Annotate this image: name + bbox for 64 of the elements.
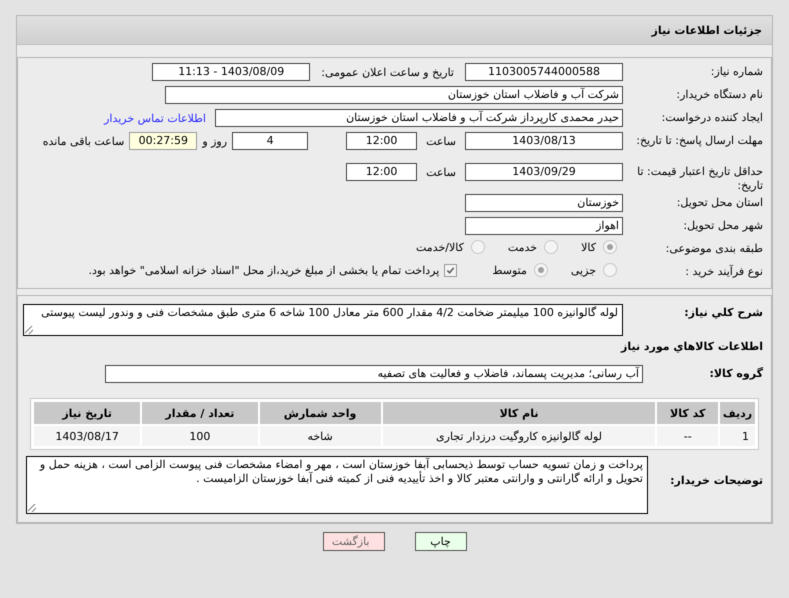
resize-grip-icon <box>28 504 36 512</box>
radio-button[interactable] <box>534 263 548 277</box>
input-field[interactable]: 1403/08/13 <box>465 132 623 150</box>
remaining-label: ساعت باقی مانده <box>42 134 124 148</box>
input-field[interactable]: 1403/08/09 - 11:13 <box>152 63 310 81</box>
radio-label: کالا <box>581 240 596 254</box>
table-cell: لوله گالوانیزه کاروگیت درزدار تجاری <box>382 426 656 446</box>
field-label: شرح کلي نیاز: <box>683 305 764 320</box>
input-field[interactable]: 12:00 <box>346 163 418 181</box>
table-cell: 1403/08/17 <box>34 426 140 446</box>
time-label: ساعت <box>426 134 456 148</box>
contact-link[interactable]: اطلاعات تماس خریدار <box>104 112 206 124</box>
field-label: مهلت ارسال پاسخ: تا تاریخ: <box>635 133 764 148</box>
input-field[interactable]: اهواز <box>465 217 623 235</box>
days-label: روز و <box>202 134 228 148</box>
notes-field[interactable]: پرداخت و زمان تسویه حساب توسط ذیحسابی آبفا خوزستان است ، مهر و امضاء مشخصات فنی پیوست الزامی است ، هزینه حمل و تحویل و ارائه گارانتی و وارانتی معتبر کالا و اخذ تأییدیه فنی از کمیته فنی آبفا خوزستان الزامیست . <box>26 456 648 514</box>
field-label: شماره نیاز: <box>710 64 764 79</box>
input-field[interactable]: خوزستان <box>465 194 623 212</box>
field-label: نوع فرآیند خرید : <box>684 264 764 279</box>
print-button[interactable]: چاپ <box>414 532 466 551</box>
input-field[interactable]: 4 <box>232 132 308 150</box>
input-field[interactable]: حیدر محمدی کارپرداز شرکت آب و فاضلاب استان خوزستان <box>215 109 623 127</box>
payment-note: پرداخت تمام یا بخشی از مبلغ خرید،از محل "اسناد خزانه اسلامی" خواهد بود. <box>88 264 440 276</box>
radio-label: خدمت <box>508 240 538 254</box>
column-header: تعداد / مقدار <box>142 402 258 424</box>
field-label: ایجاد کننده درخواست: <box>660 110 764 125</box>
column-header: کد کالا <box>657 402 718 424</box>
column-header: ردیف <box>720 402 755 424</box>
section-heading: اطلاعات کالاهاي مورد نیاز <box>620 339 764 355</box>
field-label: گروه کالا: <box>708 366 764 381</box>
description-field[interactable]: لوله گالوانیزه 100 میلیمتر ضخامت 4/2 مقدار 600 متر معادل 100 شاخه 6 متری طبق مشخصات فنی و وندور لیست پیوستی <box>23 304 623 336</box>
input-field[interactable]: 1403/09/29 <box>465 163 623 181</box>
field-label: شهر محل تحویل: <box>682 218 764 233</box>
input-field[interactable]: آب رسانی؛ مدیریت پسماند، فاضلاب و فعالیت های تصفیه <box>105 365 643 383</box>
input-field[interactable]: 1103005744000588 <box>465 63 623 81</box>
radio-label: جزیی <box>570 264 596 276</box>
column-header: تاریخ نیاز <box>34 402 140 424</box>
radio-label: متوسط <box>492 264 527 276</box>
field-label: توضیحات خریدار: <box>669 473 764 488</box>
back-button[interactable]: بازگشت <box>322 532 384 551</box>
table-cell: 1 <box>720 426 755 446</box>
input-field[interactable]: شرکت آب و فاضلاب استان خوزستان <box>165 86 623 104</box>
field-label: حداقل تاریخ اعتبار قیمت: تا تاریخ: <box>636 164 764 193</box>
field-label: استان محل تحویل: <box>676 195 764 210</box>
column-header: واحد شمارش <box>260 402 381 424</box>
table-cell: -- <box>657 426 718 446</box>
resize-grip-icon <box>25 326 33 334</box>
radio-label: کالا/خدمت <box>416 240 464 254</box>
radio-button[interactable] <box>603 240 617 254</box>
radio-button[interactable] <box>603 263 617 277</box>
page-title: جزئیات اطلاعات نیاز <box>652 24 762 36</box>
checkbox[interactable] <box>444 264 458 276</box>
input-field[interactable]: 12:00 <box>346 132 418 150</box>
radio-button[interactable] <box>544 240 558 254</box>
table-cell: 100 <box>142 426 258 446</box>
countdown-field[interactable]: 00:27:59 <box>129 132 198 150</box>
field-label: طبقه بندی موضوعی: <box>664 241 764 256</box>
checkmark-icon <box>446 266 456 274</box>
field-label: نام دستگاه خریدار: <box>675 87 764 102</box>
column-header: نام کالا <box>382 402 656 424</box>
radio-button[interactable] <box>470 240 485 254</box>
time-label: ساعت <box>426 166 456 178</box>
table-cell: شاخه <box>260 426 381 446</box>
field-label: تاریخ و ساعت اعلان عمومی: <box>321 66 454 78</box>
